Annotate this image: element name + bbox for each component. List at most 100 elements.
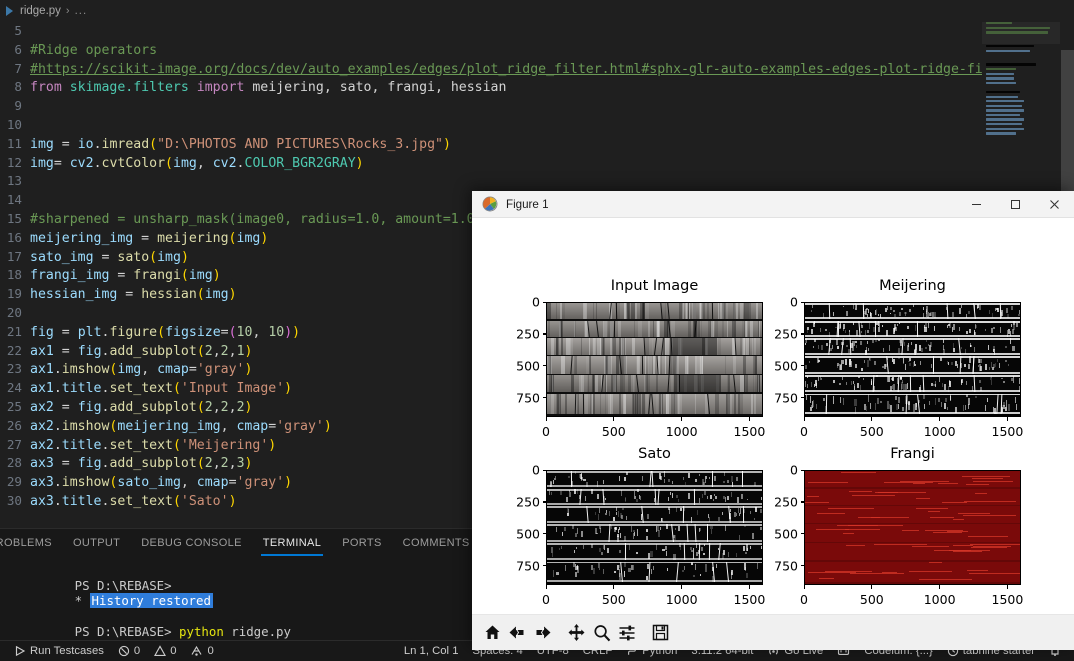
core-striation [700, 356, 703, 374]
ridge-response [568, 475, 570, 479]
core-row [547, 356, 762, 374]
core-fracture [648, 393, 652, 415]
core-striation [574, 393, 577, 415]
ridge-response [950, 362, 953, 366]
ridge-response [625, 516, 627, 521]
subplot-sato[interactable]: Sato 0 250 500 750 0 500 1000 1500 [472, 218, 1074, 614]
status-item-label: Ln 1, Col 1 [403, 645, 459, 657]
core-striation [675, 356, 677, 374]
ridge-response [993, 364, 996, 369]
ridge-response [555, 526, 557, 533]
ridge-response [1004, 407, 1007, 411]
ridge-response [932, 383, 935, 387]
figure-canvas[interactable]: Input Image 0 250 500 750 0 500 1000 1500 Meijeri… [472, 218, 1074, 614]
core-striation [606, 356, 610, 374]
ridge-response [564, 564, 566, 572]
core-striation [716, 374, 720, 393]
figure-title-bar[interactable]: Figure 1 [472, 191, 1074, 218]
core-fracture [706, 393, 710, 415]
x-tick-label: 500 [859, 424, 884, 439]
code-text: ax1 = fig.add_subplot(2,2,1) [30, 343, 253, 359]
ridge-response [947, 531, 968, 533]
core-fracture [600, 374, 604, 393]
ridge-response [898, 347, 901, 354]
ridge-response [656, 543, 658, 550]
core-striation [757, 374, 761, 393]
ridge-response [617, 536, 619, 542]
ridge-response [580, 474, 582, 479]
close-button[interactable] [1035, 191, 1074, 218]
ridge-response [979, 380, 982, 383]
panel-tab-output[interactable]: OUTPUT [71, 531, 122, 556]
code-text: ax1.imshow(img, cmap='gray') [30, 362, 253, 378]
panel-tab-ports[interactable]: PORTS [340, 531, 383, 556]
core-striation [608, 393, 612, 415]
breadcrumb-file[interactable]: ridge.py [20, 5, 61, 17]
ridge-response [824, 406, 827, 414]
ridge-response [842, 397, 844, 405]
status-item-0[interactable]: 0 [111, 641, 147, 661]
breadcrumb-overflow[interactable]: ... [75, 5, 88, 17]
y-tick-mark [542, 501, 546, 503]
panel-tab-comments[interactable]: COMMENTS [401, 531, 472, 556]
ridge-response [919, 385, 921, 388]
core-striation [618, 320, 621, 337]
back-arrow-icon[interactable] [505, 620, 530, 646]
ridge-response [903, 358, 905, 365]
save-icon[interactable] [648, 620, 673, 646]
ridge-response [852, 341, 855, 346]
forward-arrow-icon[interactable] [530, 620, 555, 646]
subplot-config-icon[interactable] [614, 620, 639, 646]
line-number: 17 [6, 248, 22, 264]
panel-tab-problems[interactable]: PROBLEMS [0, 531, 54, 556]
ridge-response [873, 327, 875, 333]
code-text: ax1.title.set_text('Input Image') [30, 381, 293, 397]
core-striation [591, 374, 594, 393]
panel-tab-terminal[interactable]: TERMINAL [260, 531, 324, 556]
subplot-axes [804, 470, 1021, 585]
ridge-response [653, 566, 654, 571]
ridge-edge [547, 520, 762, 523]
status-item-ln-1-col-1[interactable]: Ln 1, Col 1 [397, 641, 466, 661]
core-striation [714, 320, 719, 337]
ridge-response [905, 395, 908, 404]
core-striation [622, 338, 626, 355]
subplot-frangi[interactable]: Frangi 0 250 500 750 0 500 1000 1500 [472, 218, 1074, 614]
ridge-response [907, 402, 910, 411]
ridge-response [805, 501, 829, 503]
figure-window[interactable]: Figure 1 Input Image 0 250 500 750 0 500 1000 15… [472, 191, 1074, 650]
minimize-button[interactable] [957, 191, 996, 218]
core-fracture [733, 374, 737, 393]
ridge-response [849, 329, 851, 332]
ridge-response [927, 510, 940, 512]
zoom-icon[interactable] [589, 620, 614, 646]
ridge-response [806, 395, 808, 401]
ridge-response [836, 365, 839, 368]
ridge-response [906, 399, 907, 405]
panel-tab-debug-console[interactable]: DEBUG CONSOLE [139, 531, 244, 556]
status-item-run-testcases[interactable]: Run Testcases [7, 641, 111, 661]
ridge-response [937, 482, 958, 484]
ridge-response [724, 525, 727, 531]
status-item-0[interactable]: 0 [183, 641, 220, 661]
ridge-response [946, 406, 949, 410]
subplot-meijering[interactable]: Meijering 0 250 500 750 0 500 1000 1500 [472, 218, 1074, 614]
ridge-response [594, 512, 597, 516]
status-item-label: 0 [170, 645, 177, 657]
core-striation [628, 374, 632, 393]
home-icon[interactable] [480, 620, 505, 646]
tray-divider [805, 541, 1020, 543]
ridge-response [674, 527, 677, 530]
breadcrumb[interactable]: ridge.py › ... [0, 0, 1074, 22]
subplot-input-image[interactable]: Input Image 0 250 500 750 0 500 1000 1500 [472, 218, 1074, 614]
x-tick-mark [939, 417, 941, 421]
code-text: hessian_img = hessian(img) [30, 287, 237, 303]
ridge-response [646, 564, 649, 570]
core-striation [586, 356, 590, 374]
pan-icon[interactable] [564, 620, 589, 646]
maximize-button[interactable] [996, 191, 1035, 218]
ridge-fracture [682, 506, 685, 523]
status-item-0[interactable]: 0 [147, 641, 183, 661]
ridge-response [604, 512, 607, 516]
ridge-response [877, 491, 899, 493]
